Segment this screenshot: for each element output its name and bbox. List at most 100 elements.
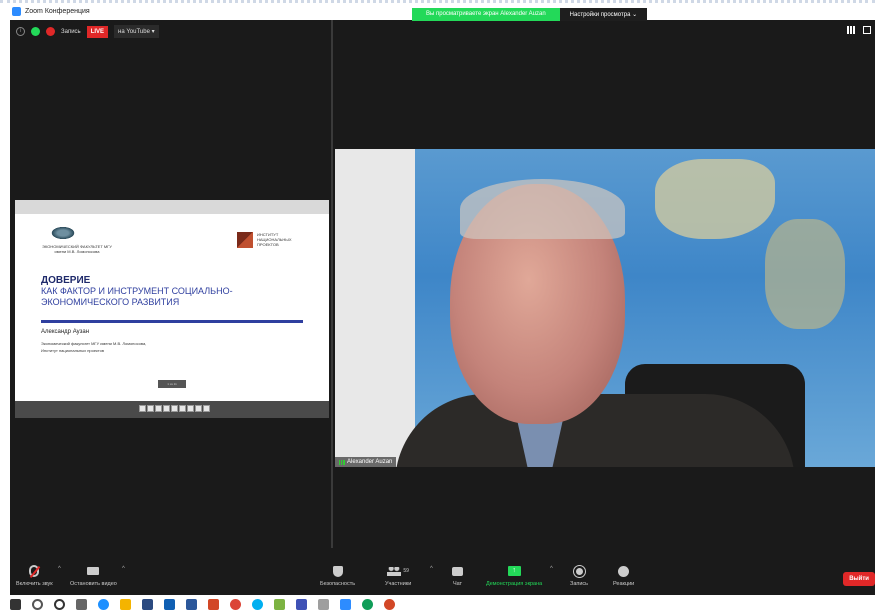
browser-icon[interactable] [98,599,109,610]
slide-thumbnail[interactable] [187,405,194,412]
desktop: Zoom Конференция Вы просматриваете экран… [0,0,875,614]
security-label: Безопасность [320,581,356,587]
speaker-hair [460,179,625,239]
split-divider[interactable] [331,20,333,548]
skype-icon[interactable] [252,599,263,610]
chat-button[interactable]: Чат [452,564,463,587]
security-button[interactable]: Безопасность [320,564,355,587]
viewing-screen-label: Вы просматриваете экран Alexander Auzan [412,8,560,21]
video-options-chevron-icon[interactable]: ^ [122,566,125,572]
participants-icon [387,566,402,576]
search-icon[interactable] [32,599,43,610]
task-view-icon[interactable] [76,599,87,610]
zoom-meeting-window: Вы просматриваете экран Alexander Auzan … [10,8,875,595]
participants-label: Участники [385,581,412,587]
institute-logo-icon [237,232,253,248]
affiliation-line-1: Экономический факультет МГУ имени М.В. Л… [41,341,147,346]
maps-icon[interactable] [274,599,285,610]
zoom-app-icon [12,7,21,16]
chat-icon [452,566,463,576]
meeting-status-bar: i Запись LIVE на YouTube ▾ [16,25,159,38]
slide-thumbnails [139,405,210,412]
recording-icon [46,27,55,36]
word-icon[interactable] [186,599,197,610]
reactions-icon [618,565,630,577]
cortana-icon[interactable] [54,599,65,610]
slide-thumbnail[interactable] [179,405,186,412]
faculty-label: ЭКОНОМИЧЕСКИЙ ФАКУЛЬТЕТ МГУ имени М.В. Л… [42,244,112,254]
chrome-icon[interactable] [230,599,241,610]
share-screen-label: Демонстрация экрана [486,581,543,587]
participants-chevron-icon[interactable]: ^ [430,566,433,572]
stop-video-button[interactable]: Остановить видео [70,564,117,587]
settings-icon[interactable] [318,599,329,610]
msu-logo-icon [50,226,76,240]
muted-mic-icon [29,565,40,577]
record-label: Запись [570,581,589,587]
stop-video-label: Остановить видео [70,581,117,587]
camera-icon [87,567,100,575]
file-explorer-icon[interactable] [120,599,131,610]
speaker-body [395,394,795,467]
map-landmass [765,219,845,329]
record-icon [572,564,586,578]
windows-taskbar [0,595,875,614]
slide-thumbnail[interactable] [163,405,170,412]
affiliation-line-2: Институт национальных проектов [41,348,104,353]
presentation-slide: ЭКОНОМИЧЕСКИЙ ФАКУЛЬТЕТ МГУ имени М.В. Л… [15,214,329,401]
slide-author: Александр Аузан [41,329,90,335]
unmute-label: Включить звук [16,581,53,587]
map-landmass [655,159,775,239]
meeting-toolbar: Включить звук ^ Остановить видео ^ Безоп… [10,548,875,595]
live-badge: LIVE [86,25,109,38]
slide-thumbnail[interactable] [171,405,178,412]
share-screen-button[interactable]: ↑ Демонстрация экрана [486,564,542,587]
start-icon[interactable] [10,599,21,610]
institute-label: ИНСТИТУТ НАЦИОНАЛЬНЫХ ПРОЕКТОВ [257,232,292,247]
calculator-icon[interactable] [296,599,307,610]
powerpoint-icon[interactable] [208,599,219,610]
share-options-chevron-icon[interactable]: ^ [550,566,553,572]
fullscreen-icon[interactable] [863,26,871,34]
participant-name-tag: Alexander Auzan [335,457,397,467]
store-icon[interactable] [142,599,153,610]
slide-toolbar [15,200,329,214]
view-controls [847,26,871,34]
slide-title: ДОВЕРИЕ [41,275,91,286]
video-wall [335,149,415,467]
recording-label: Запись [61,28,81,35]
youtube-stream-dropdown[interactable]: на YouTube ▾ [114,25,159,38]
record-button[interactable]: Запись [570,564,588,587]
slide-thumbnail[interactable] [195,405,202,412]
slide-thumbnail[interactable] [147,405,154,412]
unmute-button[interactable]: Включить звук [16,564,53,587]
powerpoint-running-icon[interactable] [384,599,395,610]
edge-icon[interactable] [362,599,373,610]
screen-share-banner: Вы просматриваете экран Alexander Auzan … [412,8,648,21]
slide-pager: 1 из 11 [158,380,186,388]
slide-thumbnail[interactable] [139,405,146,412]
shared-screen: ЭКОНОМИЧЕСКИЙ ФАКУЛЬТЕТ МГУ имени М.В. Л… [15,200,329,418]
reactions-label: Реакции [613,581,635,587]
participants-button[interactable]: 59 Участники [385,564,411,587]
mail-icon[interactable] [164,599,175,610]
participants-count: 59 [403,568,409,574]
slide-affiliation: Экономический факультет МГУ имени М.В. Л… [41,340,146,354]
window-title: Zoom Конференция [25,8,90,15]
slide-thumbnail[interactable] [155,405,162,412]
security-shield-icon [332,565,343,577]
gallery-view-icon[interactable] [847,26,855,34]
shield-icon[interactable] [31,27,40,36]
view-options-button[interactable]: Настройки просмотра ⌄ [559,8,648,21]
zoom-taskbar-icon[interactable] [340,599,351,610]
participant-name: Alexander Auzan [347,459,393,465]
audio-options-chevron-icon[interactable]: ^ [58,566,61,572]
leave-button[interactable]: Выйти [843,572,875,586]
participant-video[interactable]: Alexander Auzan [335,149,875,467]
signal-strength-icon [339,459,345,465]
reactions-button[interactable]: Реакции [613,564,634,587]
share-screen-icon: ↑ [507,566,521,576]
info-icon[interactable]: i [16,27,25,36]
slide-thumbnail[interactable] [203,405,210,412]
slide-divider [41,320,303,323]
